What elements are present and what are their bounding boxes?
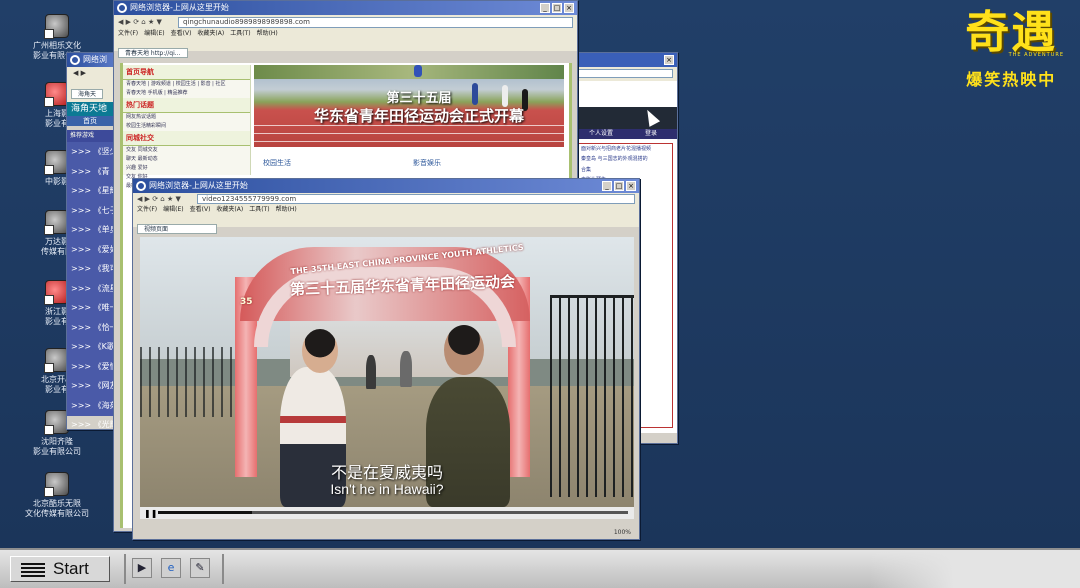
notepad-icon[interactable]: ✎ [190,558,210,578]
sidebar-link[interactable]: 青春天地 | 游戏频道 | 校园生活 | 影音 | 社区 [123,80,250,89]
taskbar: Start ▶ e ✎ [0,548,1080,588]
video-controls: ❚❚ [140,507,634,519]
menu-item[interactable]: 文件(F) [137,206,157,213]
video-nav-buttons[interactable]: ◀ ▶ ⟳ ⌂ ★ ▼ [137,195,197,203]
banner-line1: 第三十五届 [386,91,452,106]
menu-item[interactable]: 编辑(E) [144,30,164,37]
main-window-titlebar[interactable]: 网络浏览器-上网从这里开始 × □ _ [114,1,577,15]
desktop-icon-label: 广州相乐文化 [33,41,81,50]
menu-item[interactable]: 收藏夹(A) [197,30,224,37]
system-tray [870,550,1080,588]
sidebar-link[interactable]: 网友热议话题 [123,113,250,122]
ie-browser-icon[interactable]: e [161,558,181,578]
right-nav-settings[interactable]: 个人设置 [589,129,613,139]
section-campus-life[interactable]: 校园生活 [263,158,291,168]
menu-item[interactable]: 文件(F) [118,30,138,37]
media-player-icon[interactable]: ▶ [132,558,152,578]
video-progress-bar[interactable] [158,511,628,514]
brand-slogan: 爆笑热映中 [966,70,1057,89]
desktop-icon-label: 沈阳齐隆 [41,437,73,446]
ie-icon [70,55,80,65]
video-window-title: 网络浏览器-上网从这里开始 [149,181,248,190]
event-banner: 第三十五届 华东省青年田径运动会正式开幕 [254,65,564,147]
back-window-tab[interactable]: 海角天 [71,89,104,99]
video-window-titlebar[interactable]: 网络浏览器-上网从这里开始 × □ _ [133,179,639,193]
menu-item[interactable]: 工具(T) [230,30,250,37]
main-menu-bar[interactable]: 文件(F) 编辑(E) 查看(V) 收藏夹(A) 工具(T) 帮助(H) [114,29,577,39]
close-icon[interactable]: × [626,181,636,191]
section-entertainment[interactable]: 影音娱乐 [413,158,441,168]
maximize-icon[interactable]: □ [614,181,624,191]
subtitle-chinese: 不是在夏威夷吗 [330,463,443,482]
right-window-titlebar[interactable]: × [573,53,677,67]
sidebar-link[interactable]: 兴趣 爱好 [123,164,250,173]
right-nav-login[interactable]: 登录 [645,129,657,139]
list-item[interactable]: 合集 [578,165,672,175]
sidebar-link[interactable]: 青春天地 手机版 | 精品推荐 [123,89,250,98]
sidebar-section-title[interactable]: 同城社交 [123,131,250,146]
close-icon[interactable]: × [664,55,674,65]
video-browser-window[interactable]: 网络浏览器-上网从这里开始 × □ _ ◀ ▶ ⟳ ⌂ ★ ▼ video123… [132,178,640,540]
main-address-bar[interactable]: qingchunaudio8989898989898.com [178,16,573,28]
sidebar-link[interactable]: 聊天 最新动态 [123,155,250,164]
desktop: 广州相乐文化 影业有限公司 上海影 影业有 中影影 万达影 传媒有限 浙江影 影业有 北京开心 影业… [0,0,1080,548]
sidebar-link[interactable]: 交友 同城交友 [123,146,250,155]
menu-item[interactable]: 帮助(H) [276,206,297,213]
shortcut-icon [44,472,69,497]
zoom-level[interactable]: 100% [614,529,631,536]
mouse-cursor [641,107,661,127]
maximize-icon[interactable]: □ [552,3,562,13]
banner-line2: 华东省青年田径运动会正式开幕 [313,107,524,125]
menu-item[interactable]: 帮助(H) [257,30,278,37]
desktop-icon[interactable]: 北京酷乐无限 文化传媒有限公司 [12,472,102,519]
video-window-tab[interactable]: 视频页面 [137,224,217,234]
main-sidebar: 首页导航 青春天地 | 游戏频道 | 校园生活 | 影音 | 社区 青春天地 手机版… [123,65,251,189]
sidebar-section-title[interactable]: 热门话题 [123,98,250,113]
menu-item[interactable]: 查看(V) [171,30,192,37]
start-button[interactable]: Start [10,556,110,582]
pause-icon[interactable]: ❚❚ [144,509,157,518]
shortcut-icon [44,14,69,39]
movie-branding: 奇遇 THE ADVENTURE 爆笑热映中 [959,8,1064,90]
desktop-icon-label: 影业有限公司 [33,447,81,456]
ie-icon [117,3,127,13]
list-item[interactable]: 面对新兴与招商老片花混播视频 [578,144,672,154]
start-logo-icon [21,562,45,577]
video-player[interactable]: THE 35TH EAST CHINA PROVINCE YOUTH ATHLE… [140,237,634,507]
video-menu-bar[interactable]: 文件(F) 编辑(E) 查看(V) 收藏夹(A) 工具(T) 帮助(H) [133,205,639,215]
right-address-bar[interactable] [577,69,673,78]
subtitle-english: Isn't he in Hawaii? [330,481,444,497]
menu-item[interactable]: 查看(V) [190,206,211,213]
sidebar-link[interactable]: 校园生活精彩瞬间 [123,122,250,131]
desktop-icon-label: 文化传媒有限公司 [25,509,89,518]
menu-item[interactable]: 收藏夹(A) [216,206,243,213]
back-window-title: 网络浏 [83,55,107,64]
menu-item[interactable]: 编辑(E) [163,206,183,213]
main-nav-buttons[interactable]: ◀ ▶ ⟳ ⌂ ★ ▼ [118,18,178,26]
desktop-icon-label: 北京酷乐无限 [33,499,81,508]
arch-badge: 35 [240,297,253,307]
start-label: Start [53,559,89,578]
brand-subtitle: THE ADVENTURE [1008,52,1064,58]
list-item[interactable]: 秦皇岛 与三国志的外观混搭的 [578,154,672,164]
video-address-bar[interactable]: video1234555779999.com [197,194,635,204]
minimize-icon[interactable]: _ [602,181,612,191]
brand-title: 奇遇 [965,7,1058,58]
minimize-icon[interactable]: _ [540,3,550,13]
menu-item[interactable]: 工具(T) [249,206,269,213]
close-icon[interactable]: × [564,3,574,13]
main-window-title: 网络浏览器-上网从这里开始 [130,3,229,12]
main-window-tab[interactable]: 青春天地 http://qi... [118,48,188,58]
ie-icon [136,181,146,191]
sidebar-section-title[interactable]: 首页导航 [123,65,250,80]
